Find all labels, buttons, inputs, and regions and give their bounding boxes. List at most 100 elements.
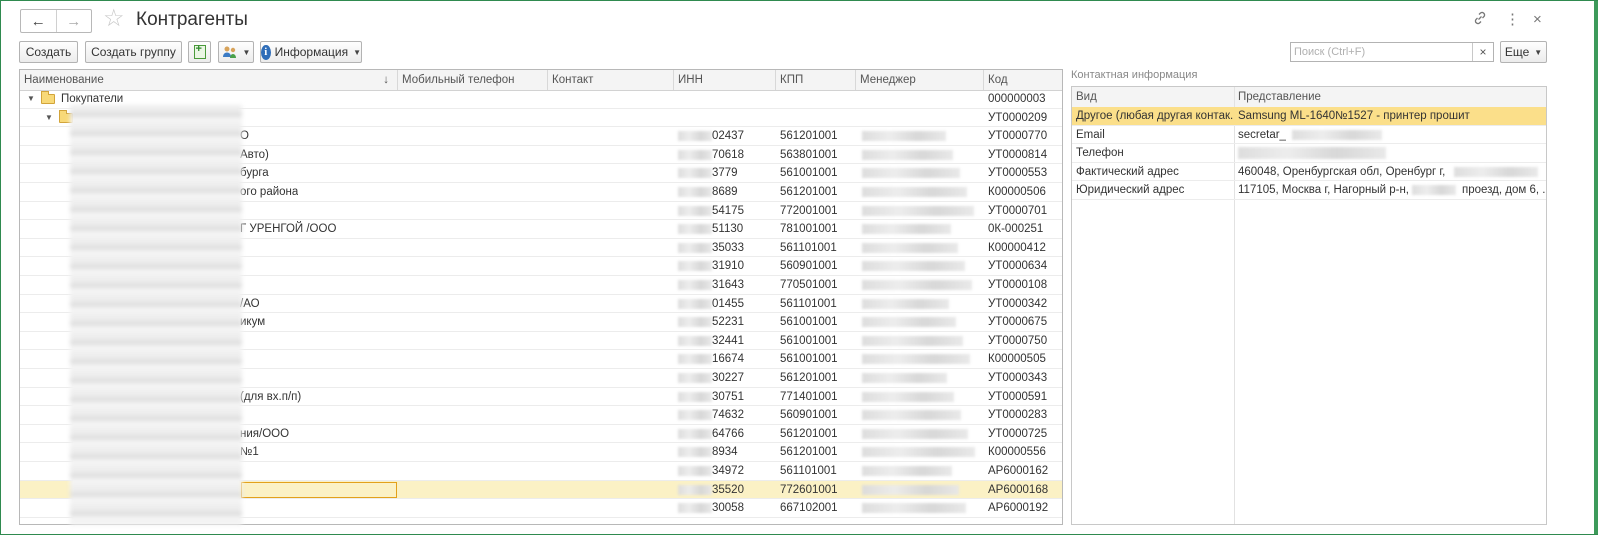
more-button[interactable]: Еще ▼ — [1500, 41, 1547, 63]
name-cell: ого района — [240, 186, 299, 198]
kpp-cell: 772601001 — [780, 483, 838, 496]
arrow-right-icon: → — [66, 12, 82, 30]
kpp-cell: 770501001 — [780, 279, 838, 291]
create-group-button-label: Создать группу — [91, 45, 176, 59]
more-vertical-icon[interactable]: ⋮ — [1505, 10, 1520, 30]
redacted-manager — [862, 205, 974, 216]
tree-expand-icon[interactable]: ▼ — [45, 113, 53, 122]
redacted-address — [1412, 185, 1456, 195]
redacted-inn — [678, 466, 712, 476]
code-cell: УТ0000750 — [988, 334, 1048, 347]
redacted-manager — [862, 503, 966, 514]
redacted-inn — [678, 131, 712, 142]
kpp-cell: 561001001 — [780, 316, 838, 329]
redacted-manager — [862, 373, 947, 383]
name-cell: ния/ООО — [240, 427, 290, 440]
redacted-inn — [678, 354, 712, 365]
information-menu-button[interactable]: i Информация ▼ — [260, 41, 362, 63]
favorite-star-icon[interactable]: ☆ — [103, 6, 125, 32]
inn-cell: 30227 — [712, 372, 744, 384]
redacted-names — [70, 105, 242, 525]
link-icon[interactable] — [1472, 10, 1488, 32]
redacted-manager — [862, 261, 965, 272]
inn-cell: 31910 — [712, 260, 744, 273]
kpp-cell: 772001001 — [780, 204, 838, 217]
forward-button[interactable]: → — [55, 10, 92, 32]
redacted-manager — [862, 410, 961, 421]
redacted-manager — [862, 428, 968, 439]
contact-info-row[interactable]: Фактический адрес 460048, Оренбургская об… — [1072, 163, 1546, 181]
more-button-label: Еще — [1504, 45, 1530, 59]
arrow-left-icon: ← — [30, 12, 46, 30]
redacted-manager — [862, 466, 952, 476]
inn-cell: 52231 — [712, 316, 744, 329]
contact-info-row[interactable]: Телефон — [1072, 144, 1546, 163]
inn-cell: 8934 — [712, 446, 738, 459]
column-header-inn[interactable]: ИНН — [674, 70, 776, 90]
inn-cell: 3779 — [712, 167, 738, 180]
contact-info-row[interactable]: Другое (любая другая контак... Samsung ML… — [1072, 107, 1546, 126]
name-cell: Авто) — [240, 148, 269, 161]
code-cell: УТ0000591 — [988, 390, 1048, 403]
create-button[interactable]: Создать — [19, 41, 78, 63]
kpp-cell: 561201001 — [780, 427, 838, 440]
name-cell: икум — [240, 316, 266, 329]
code-cell: АР6000192 — [988, 502, 1049, 515]
information-button-label: Информация — [274, 45, 349, 59]
kpp-cell: 771401001 — [780, 390, 838, 403]
column-header-manager[interactable]: Менеджер — [856, 70, 984, 90]
code-cell: 000000003 — [988, 93, 1046, 105]
kpp-cell: 561001001 — [780, 353, 838, 366]
redacted-inn — [678, 205, 712, 216]
document-add-icon — [193, 43, 206, 59]
kpp-cell: 561201001 — [780, 186, 838, 198]
code-cell: УТ0000283 — [988, 409, 1048, 422]
contact-value-cell: 460048, Оренбургская обл, Оренбург г, — [1238, 165, 1446, 178]
contact-info-row[interactable]: Email secretar_ — [1072, 126, 1546, 144]
create-group-button[interactable]: Создать группу — [85, 41, 182, 63]
redacted-manager — [862, 187, 967, 197]
back-button[interactable]: ← — [21, 10, 56, 32]
inn-cell: 74632 — [712, 409, 744, 422]
column-header-name[interactable]: Наименование ↓ — [20, 70, 398, 90]
column-header-kpp[interactable]: КПП — [776, 70, 856, 90]
redacted-inn — [678, 447, 712, 458]
contact-info-table[interactable]: Вид Представление Другое (любая другая к… — [1071, 86, 1547, 525]
redacted-manager — [862, 280, 972, 290]
inn-cell: 32441 — [712, 334, 744, 347]
redacted-manager — [862, 224, 951, 235]
inn-cell: 70618 — [712, 148, 744, 161]
column-header-contact[interactable]: Контакт — [548, 70, 674, 90]
kpp-cell: 561201001 — [780, 446, 838, 459]
code-cell: УТ0000209 — [988, 111, 1048, 124]
copy-button[interactable] — [188, 41, 211, 63]
redacted-inn — [678, 242, 712, 253]
column-header-representation[interactable]: Представление — [1234, 87, 1321, 107]
redacted-phone — [1238, 147, 1386, 159]
kpp-cell: 561101001 — [780, 465, 837, 477]
users-menu-button[interactable]: ▼ — [218, 41, 254, 63]
code-cell: К00000556 — [988, 446, 1046, 459]
column-header-kind[interactable]: Вид — [1072, 87, 1097, 107]
close-icon[interactable]: × — [1533, 10, 1542, 30]
contact-info-row[interactable]: Юридический адрес 117105, Москва г, Нагор… — [1072, 181, 1546, 200]
inn-cell: 30058 — [712, 502, 744, 515]
clear-search-icon[interactable]: × — [1472, 43, 1493, 61]
column-header-code[interactable]: Код — [984, 70, 1062, 90]
contact-info-header: Вид Представление — [1072, 87, 1546, 108]
search-input[interactable] — [1294, 44, 1472, 60]
contact-kind-cell: Email — [1076, 128, 1105, 141]
redacted-manager — [862, 242, 958, 253]
code-cell: УТ0000343 — [988, 372, 1048, 384]
inn-cell: 30751 — [712, 390, 744, 403]
tree-expand-icon[interactable]: ▼ — [27, 94, 35, 103]
column-header-mobile[interactable]: Мобильный телефон — [398, 70, 548, 90]
inn-cell: 31643 — [712, 279, 744, 291]
contact-kind-cell: Фактический адрес — [1076, 165, 1179, 178]
code-cell: АР6000162 — [988, 465, 1049, 477]
inn-cell: 35033 — [712, 241, 744, 254]
code-cell: К00000506 — [988, 186, 1046, 198]
redacted-inn — [678, 317, 712, 328]
inn-cell: 16674 — [712, 353, 744, 366]
create-button-label: Создать — [25, 45, 72, 59]
